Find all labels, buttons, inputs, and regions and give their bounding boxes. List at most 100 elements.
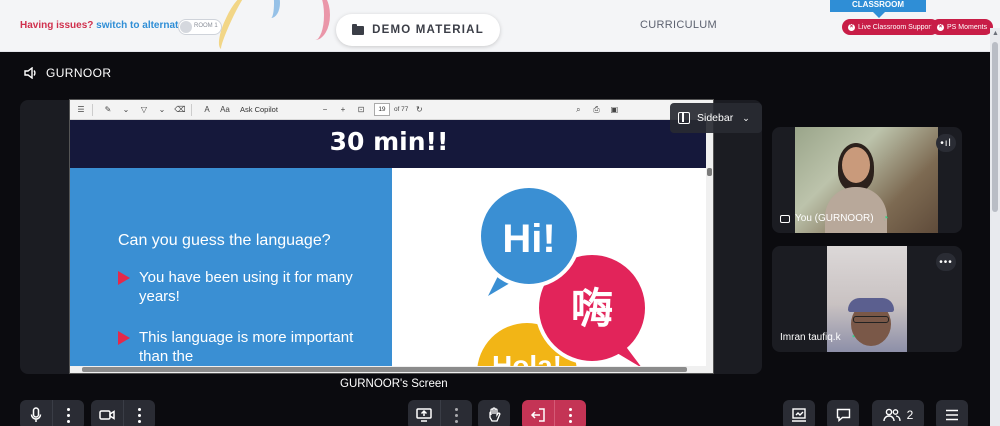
save-icon[interactable]: ▣ (607, 103, 621, 117)
scroll-up-arrow[interactable]: ▲ (992, 30, 999, 37)
more-icon[interactable]: ••• (936, 253, 956, 271)
kebab-icon (569, 406, 572, 424)
ask-copilot-button[interactable]: Ask Copilot (240, 105, 278, 114)
participant-name-tag: Imran taufiq.k ◔ (780, 332, 856, 343)
demo-material-button[interactable]: DEMO MATERIAL (336, 14, 500, 46)
whiteboard-button[interactable] (783, 400, 815, 426)
page-scrollbar-thumb[interactable] (992, 42, 998, 212)
page-total: of 77 (393, 106, 409, 113)
participants-button[interactable]: 2 (872, 400, 924, 426)
wifi-icon: ◔ (882, 213, 889, 224)
participant-tile[interactable]: ••• Imran taufiq.k ◔ (772, 246, 962, 352)
participants-icon (882, 408, 901, 422)
mic-control (20, 400, 84, 426)
screen-share-icon (780, 214, 790, 223)
camera-control (91, 400, 155, 426)
curriculum-tab[interactable]: CURRICULUM (640, 19, 717, 31)
whiteboard-icon (792, 408, 806, 422)
room-toggle[interactable]: ROOM 1 (178, 19, 222, 35)
slide-bullet: This language is more important than the (118, 328, 368, 366)
pdf-vertical-scrollbar-thumb[interactable] (707, 168, 712, 176)
chevron-down-icon[interactable]: ⌄ (155, 103, 169, 117)
zoom-out-icon[interactable]: − (318, 103, 332, 117)
participant-name-tag: You (GURNOOR) ◔ (780, 213, 889, 224)
mic-icon (30, 407, 42, 422)
bullet-triangle-icon (118, 271, 130, 285)
pdf-toolbar: ☰ ✎ ⌄ ▽ ⌄ ⌫ A Aa Ask Copilot − + ⊡ 19 of… (70, 100, 713, 120)
zoom-in-icon[interactable]: + (336, 103, 350, 117)
decor-stroke-blue (262, 0, 280, 18)
raise-hand-icon (489, 407, 501, 422)
pdf-vertical-scrollbar[interactable] (706, 120, 713, 373)
speech-bubbles-illustration: Hola! 嗨 Hi! (477, 184, 649, 373)
shared-pdf-window[interactable]: ☰ ✎ ⌄ ▽ ⌄ ⌫ A Aa Ask Copilot − + ⊡ 19 of… (69, 99, 714, 374)
more-icon[interactable]: •ıl (936, 134, 956, 152)
close-circle-icon: × (937, 23, 944, 31)
slide-title: 30 min!! (329, 127, 449, 156)
mic-options-button[interactable] (52, 400, 84, 426)
participant-tile[interactable]: •ıl You (GURNOOR) ◔ (772, 127, 962, 233)
participant-name: Imran taufiq.k (780, 332, 841, 343)
bubble-hi-text: Hi! (502, 217, 555, 261)
slide-right-panel: Hola! 嗨 Hi! (392, 168, 708, 373)
room-toggle-label: ROOM 1 (194, 23, 218, 29)
share-control (408, 400, 472, 426)
leave-control (522, 400, 586, 426)
decor-stroke-red (300, 0, 330, 40)
demo-material-label: DEMO MATERIAL (372, 24, 484, 36)
camera-options-button[interactable] (123, 400, 155, 426)
menu-button[interactable] (936, 400, 968, 426)
issues-prefix: Having issues? (20, 20, 94, 31)
chevron-down-icon: ⌄ (742, 112, 750, 123)
room-toggle-knob (180, 21, 192, 33)
sidebar-icon (678, 112, 690, 124)
search-icon[interactable]: ⌕ (571, 103, 585, 117)
toolbar-divider (191, 103, 192, 116)
camera-button[interactable] (91, 400, 123, 426)
ps-moments-button[interactable]: × PS Moments (931, 19, 994, 35)
text-icon[interactable]: A (200, 103, 214, 117)
share-options-button[interactable] (440, 400, 472, 426)
bullet-triangle-icon (118, 331, 130, 345)
top-bar: Having issues? switch to alternate room … (0, 0, 1000, 53)
highlight-icon[interactable]: ✎ (101, 103, 115, 117)
chevron-down-icon[interactable]: ⌄ (119, 103, 133, 117)
toolbar-divider (92, 103, 93, 116)
speaker-icon (24, 67, 38, 79)
leave-options-button[interactable] (554, 400, 586, 426)
leave-button[interactable] (522, 400, 554, 426)
leave-icon (530, 408, 545, 422)
close-circle-icon: × (848, 23, 855, 31)
read-aloud-icon[interactable]: Aa (218, 103, 232, 117)
sidebar-toggle[interactable]: Sidebar ⌄ (670, 103, 762, 133)
mic-button[interactable] (20, 400, 52, 426)
participant-name: You (GURNOOR) (795, 213, 874, 224)
slide-question: Can you guess the language? (118, 232, 331, 249)
live-classroom-support-button[interactable]: × Live Classroom Support (842, 19, 939, 35)
contents-icon[interactable]: ☰ (74, 103, 88, 117)
wifi-icon: ◔ (849, 332, 856, 343)
classroom-tab[interactable]: CLASSROOM (830, 0, 926, 18)
fit-page-icon[interactable]: ⊡ (354, 103, 368, 117)
rotate-icon[interactable]: ↻ (412, 103, 426, 117)
chat-button[interactable] (827, 400, 859, 426)
share-screen-icon (416, 408, 432, 422)
pdf-horizontal-scrollbar[interactable] (70, 366, 708, 373)
slide-bullet-text: This language is more important than the (139, 329, 354, 365)
folder-icon (352, 23, 365, 35)
bubble-chinese-text: 嗨 (571, 284, 613, 333)
sidebar-label: Sidebar (697, 112, 734, 124)
raise-hand-button[interactable] (478, 400, 510, 426)
page-scrollbar[interactable]: ▲ (990, 28, 1000, 426)
draw-icon[interactable]: ▽ (137, 103, 151, 117)
kebab-icon (138, 406, 141, 424)
ps-moments-label: PS Moments (947, 23, 988, 31)
pdf-horizontal-scrollbar-thumb[interactable] (82, 367, 687, 372)
slide-bullet: You have been using it for many years! (118, 268, 368, 306)
print-icon[interactable]: ⎙ (589, 103, 603, 117)
presenter-name: GURNOOR (46, 66, 112, 80)
eraser-icon[interactable]: ⌫ (173, 103, 187, 117)
share-screen-button[interactable] (408, 400, 440, 426)
active-speaker: GURNOOR (24, 66, 111, 80)
page-number-input[interactable]: 19 (373, 103, 390, 116)
